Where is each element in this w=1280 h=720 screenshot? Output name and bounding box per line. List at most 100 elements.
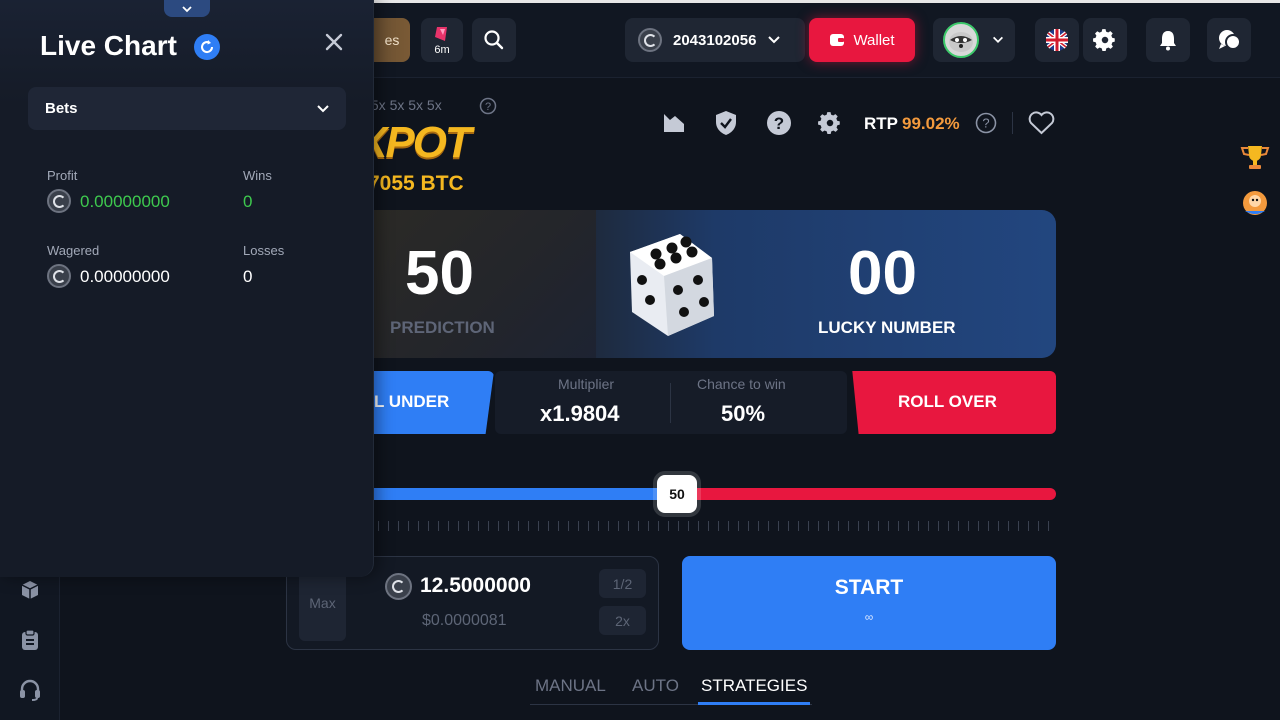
rtp-help-icon[interactable]: ? — [975, 112, 997, 134]
language-button[interactable] — [1035, 18, 1079, 62]
divider — [1012, 112, 1013, 134]
profile-menu[interactable] — [933, 18, 1015, 62]
notifications-button[interactable] — [1146, 18, 1190, 62]
roll-over-label: ROLL OVER — [898, 392, 997, 411]
chance-label: Chance to win — [697, 376, 786, 392]
refresh-icon — [201, 40, 214, 54]
slider-tick — [578, 521, 579, 531]
slider-tick — [718, 521, 719, 531]
slider-tick — [838, 521, 839, 531]
slider-handle[interactable]: 50 — [657, 475, 697, 513]
search-button[interactable] — [472, 18, 516, 62]
help-icon[interactable]: ? — [766, 110, 792, 136]
slider-tick — [598, 521, 599, 531]
slider-under-track[interactable] — [374, 488, 664, 500]
slider-tick — [748, 521, 749, 531]
close-icon[interactable] — [322, 30, 346, 54]
coin-icon — [47, 189, 71, 213]
roll-under-label: L UNDER — [374, 392, 450, 411]
promo-button[interactable] — [1238, 186, 1272, 220]
slider-tick — [388, 521, 389, 531]
slider-tick — [648, 521, 649, 531]
slider-tick — [728, 521, 729, 531]
slider-tick — [428, 521, 429, 531]
refresh-button[interactable] — [194, 34, 220, 60]
gear-icon — [1093, 29, 1115, 51]
games-button-label: es — [384, 32, 400, 48]
multiplier-value: x1.9804 — [540, 401, 620, 426]
slider-tick — [548, 521, 549, 531]
chevron-down-icon — [317, 105, 329, 113]
headset-icon[interactable] — [18, 678, 42, 702]
heart-icon[interactable] — [1028, 111, 1055, 135]
avatar — [943, 22, 979, 58]
slider-tick — [558, 521, 559, 531]
tab-auto[interactable]: AUTO — [632, 676, 679, 696]
slider-tick — [678, 521, 679, 531]
slider-tick — [798, 521, 799, 531]
balance-selector[interactable]: 2043102056 — [625, 18, 805, 62]
slider-tick — [858, 521, 859, 531]
help-circle-icon[interactable]: ? — [479, 97, 497, 115]
roll-over-button[interactable]: ROLL OVER — [852, 371, 1056, 434]
clipboard-icon[interactable] — [18, 628, 42, 652]
slider-tick — [448, 521, 449, 531]
collapse-tab[interactable] — [164, 0, 210, 17]
slider-tick — [508, 521, 509, 531]
double-bet-button[interactable]: 2x — [599, 606, 646, 635]
roll-under-button[interactable]: L UNDER — [374, 371, 494, 434]
uk-flag-icon — [1046, 29, 1068, 51]
slider-tick — [618, 521, 619, 531]
rakeback-timer-button[interactable]: 6m — [421, 18, 463, 62]
bet-usd-value: $0.0000081 — [422, 612, 507, 629]
slider-tick — [998, 521, 999, 531]
chevron-down-icon — [993, 36, 1003, 43]
slider-ticks — [378, 521, 1050, 533]
balance-value: 2043102056 — [673, 31, 757, 49]
trophy-button[interactable] — [1238, 140, 1272, 174]
slider-over-track[interactable] — [690, 488, 1056, 500]
svg-text:?: ? — [485, 101, 491, 113]
slider-tick — [808, 521, 809, 531]
profit-value: 0.00000000 — [80, 192, 170, 211]
cube-icon[interactable] — [18, 578, 42, 602]
bet-amount-input[interactable]: 12.5000000 — [420, 574, 531, 598]
slider-tick — [528, 521, 529, 531]
slider-tick — [888, 521, 889, 531]
slider-tick — [378, 521, 379, 531]
slider-tick — [738, 521, 739, 531]
losses-value: 0 — [243, 267, 253, 286]
wagered-value: 0.00000000 — [80, 267, 170, 286]
slider-tick — [988, 521, 989, 531]
slider-tick — [588, 521, 589, 531]
gem-icon — [435, 26, 447, 41]
bell-icon — [1160, 31, 1176, 51]
slider-tick — [488, 521, 489, 531]
live-chart-panel: Live Chart Bets Profit 0.00000000 Wins 0… — [0, 0, 374, 577]
slider-tick — [918, 521, 919, 531]
game-settings-icon[interactable] — [817, 110, 843, 136]
slider-tick — [938, 521, 939, 531]
settings-button[interactable] — [1083, 18, 1127, 62]
jackpot-amount: 7055 BTC — [368, 172, 464, 195]
mode-tabs: MANUAL AUTO STRATEGIES — [530, 672, 812, 705]
slider-tick — [908, 521, 909, 531]
slider-tick — [408, 521, 409, 531]
tab-manual[interactable]: MANUAL — [535, 676, 606, 696]
tab-strategies[interactable]: STRATEGIES — [701, 676, 807, 696]
chart-type-select[interactable]: Bets — [28, 87, 346, 130]
slider-tick — [868, 521, 869, 531]
start-button[interactable]: START ∞ — [682, 556, 1056, 650]
jackpot-title: XPOT — [358, 118, 472, 167]
slider-tick — [498, 521, 499, 531]
slider-tick — [968, 521, 969, 531]
slider-tick — [418, 521, 419, 531]
wallet-button[interactable]: Wallet — [809, 18, 915, 62]
losses-label: Losses — [243, 243, 285, 258]
chat-button[interactable] — [1207, 18, 1251, 62]
slider-tick — [1028, 521, 1029, 531]
shield-icon[interactable] — [714, 110, 738, 136]
slider-tick — [698, 521, 699, 531]
half-bet-button[interactable]: 1/2 — [599, 569, 646, 598]
stats-chart-icon[interactable] — [662, 110, 686, 134]
